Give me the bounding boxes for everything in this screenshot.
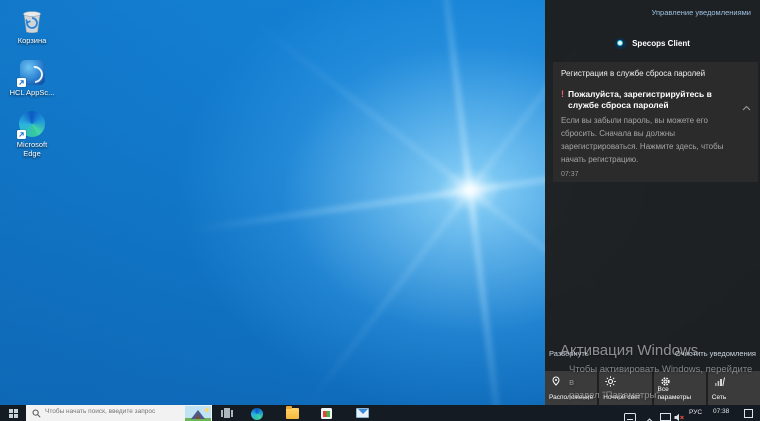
- taskbar-clock[interactable]: 07:38: [713, 408, 729, 415]
- notification-app-name: Specops Client: [632, 39, 690, 48]
- notification-card[interactable]: Регистрация в службе сброса паролей ! По…: [553, 62, 758, 182]
- desktop-icon-label: Microsoft Edge: [7, 140, 57, 158]
- recycle-bin-icon: [18, 6, 46, 34]
- quick-action-all-settings[interactable]: Все параметры: [654, 371, 706, 405]
- location-icon: [551, 376, 561, 387]
- desktop-icon-list: Корзина HCL AppSc... Microsoft Edge: [6, 6, 58, 171]
- desktop-screen: Корзина HCL AppSc... Microsoft Edge Упра…: [0, 0, 760, 421]
- windows-logo-icon: [9, 409, 18, 418]
- quick-action-network[interactable]: Сеть: [708, 371, 760, 405]
- clear-notifications-link[interactable]: Очистить уведомления: [675, 349, 756, 358]
- action-center-button-icon[interactable]: [744, 409, 753, 418]
- collapse-chevron-icon[interactable]: [742, 98, 751, 116]
- network-icon: [714, 376, 725, 387]
- quick-action-label: Ночной свет: [603, 394, 640, 402]
- taskbar: РУС 07:38: [0, 405, 760, 421]
- language-indicator[interactable]: РУС: [689, 409, 702, 416]
- desktop-icon-microsoft-edge[interactable]: Microsoft Edge: [6, 110, 58, 158]
- notification-title-row: ! Пожалуйста, зарегистрируйтесь в службе…: [561, 89, 750, 112]
- action-center-panel: Управление уведомлениями Specops Client …: [545, 0, 760, 405]
- display-tray-icon[interactable]: [660, 409, 671, 421]
- file-explorer-icon[interactable]: [286, 408, 299, 419]
- microsoft-store-icon[interactable]: [321, 408, 332, 419]
- expand-quick-actions-link[interactable]: Развернуть: [549, 349, 589, 358]
- shortcut-arrow-icon: [17, 78, 26, 87]
- notification-title: Пожалуйста, зарегистрируйтесь в службе с…: [568, 89, 736, 112]
- quick-action-label: Все параметры: [658, 386, 704, 402]
- microsoft-edge-icon: [18, 110, 46, 138]
- quick-action-label: Расположение: [549, 394, 593, 402]
- night-light-icon: [605, 376, 616, 387]
- search-icon: [32, 409, 41, 418]
- search-highlight-image[interactable]: [185, 406, 211, 421]
- manage-notifications-link[interactable]: Управление уведомлениями: [652, 8, 751, 17]
- desktop-icon-hcl-appscan[interactable]: HCL AppSc...: [6, 58, 58, 97]
- shortcut-arrow-icon: [17, 130, 26, 139]
- desktop-icon-label: Корзина: [18, 36, 47, 45]
- task-view-button[interactable]: [221, 408, 233, 418]
- start-button[interactable]: [0, 405, 26, 421]
- hidden-icons-chevron-icon[interactable]: [646, 410, 653, 415]
- notification-group-title: Регистрация в службе сброса паролей: [561, 69, 750, 78]
- notification-timestamp: 07:37: [561, 171, 750, 178]
- quick-action-location[interactable]: Расположение: [545, 371, 597, 405]
- quick-action-night-light[interactable]: Ночной свет: [599, 371, 651, 405]
- quick-actions-row: Расположение Ночной свет: [545, 371, 760, 405]
- notification-app-header: Specops Client: [545, 38, 760, 49]
- mail-icon[interactable]: [356, 408, 369, 418]
- desktop-icon-recycle-bin[interactable]: Корзина: [6, 6, 58, 45]
- taskbar-search-box[interactable]: [26, 405, 212, 421]
- quick-action-label: Сеть: [712, 394, 726, 402]
- alert-exclamation-icon: !: [561, 89, 564, 112]
- touch-keyboard-icon[interactable]: [624, 409, 636, 421]
- hcl-appscan-icon: [18, 58, 46, 86]
- wallpaper-glow: [438, 168, 502, 212]
- desktop-icon-label: HCL AppSc...: [10, 88, 55, 97]
- settings-gear-icon: [660, 376, 671, 387]
- taskbar-edge-icon[interactable]: [251, 408, 263, 420]
- notification-body: Если вы забыли пароль, вы можете его сбр…: [561, 115, 743, 167]
- volume-muted-icon[interactable]: [674, 409, 685, 421]
- search-input[interactable]: [45, 408, 183, 415]
- specops-client-icon: [615, 38, 626, 49]
